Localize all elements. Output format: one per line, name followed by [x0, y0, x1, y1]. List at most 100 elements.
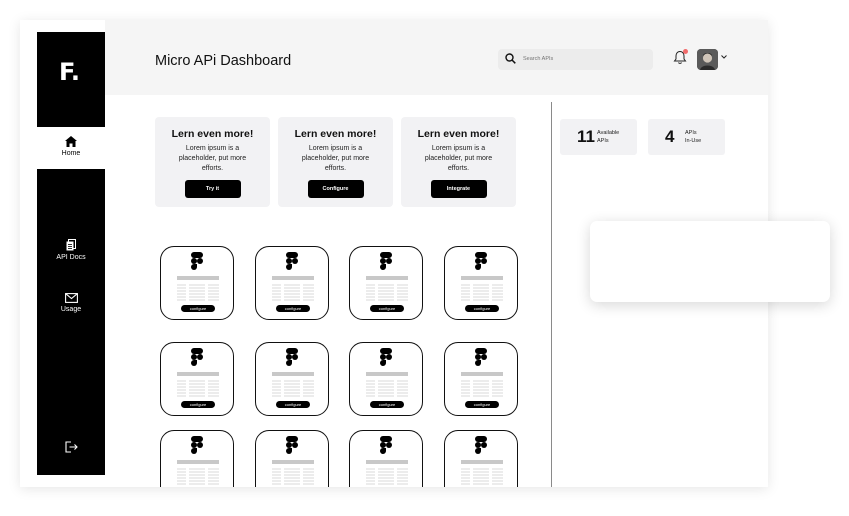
api-card-title-placeholder	[366, 460, 408, 464]
api-card-details-placeholder	[272, 468, 314, 486]
integrate-button[interactable]: Integrate	[430, 180, 487, 198]
api-card-title-placeholder	[272, 460, 314, 464]
api-card-details-placeholder	[272, 380, 314, 398]
configure-button[interactable]: Configure	[307, 180, 364, 198]
sidebar-item-usage[interactable]: Usage	[37, 293, 105, 313]
configure-button[interactable]: configure	[276, 305, 310, 312]
stat-label-line: Available	[597, 130, 620, 136]
api-card-title-placeholder	[272, 372, 314, 376]
configure-button[interactable]: configure	[181, 401, 215, 408]
floating-panel	[590, 221, 830, 302]
stat-label: Available APIs	[597, 129, 619, 145]
api-card-title-placeholder	[272, 276, 314, 280]
api-logo	[286, 252, 298, 275]
promo-card: Lern even more! Lorem ipsum is a placeho…	[155, 117, 270, 207]
api-card-title-placeholder	[177, 276, 219, 280]
logout-button[interactable]	[37, 441, 105, 456]
api-logo-icon	[475, 252, 487, 270]
search-icon	[505, 53, 516, 64]
api-card-details-placeholder	[177, 380, 219, 398]
api-logo-icon	[286, 436, 298, 454]
configure-button[interactable]: configure	[370, 401, 404, 408]
api-card-title-placeholder	[177, 460, 219, 464]
api-logo	[475, 436, 487, 459]
configure-button[interactable]: configure	[276, 401, 310, 408]
docs-icon	[66, 239, 76, 251]
api-logo	[380, 348, 392, 371]
api-card[interactable]: configure	[349, 246, 423, 320]
configure-button[interactable]: configure	[181, 305, 215, 312]
api-card[interactable]: configure	[349, 342, 423, 416]
api-logo	[191, 436, 203, 459]
api-card[interactable]: configure	[160, 246, 234, 320]
stat-label-line: APIs	[685, 130, 697, 136]
mail-icon	[64, 293, 78, 303]
notifications-button[interactable]	[673, 49, 688, 70]
promo-heading: Lern even more!	[294, 128, 377, 140]
avatar-photo-icon	[697, 49, 718, 70]
sidebar-item-api-docs[interactable]: API Docs	[37, 239, 105, 261]
configure-button[interactable]: configure	[465, 401, 499, 408]
promo-body: Lorem ipsum is a placeholder, put more e…	[301, 145, 370, 172]
api-logo-icon	[380, 348, 392, 366]
home-icon	[65, 136, 77, 147]
api-logo	[380, 436, 392, 459]
api-logo	[286, 436, 298, 459]
api-logo	[191, 348, 203, 371]
api-card-title-placeholder	[177, 372, 219, 376]
configure-button[interactable]: configure	[465, 305, 499, 312]
api-logo-icon	[286, 252, 298, 270]
api-logo-icon	[380, 252, 392, 270]
app-logo: F.	[59, 58, 80, 86]
api-card-details-placeholder	[177, 468, 219, 486]
api-card[interactable]	[160, 430, 234, 487]
stat-value: 11	[577, 127, 595, 146]
user-avatar[interactable]	[697, 49, 718, 70]
api-logo	[286, 348, 298, 371]
panel-divider	[551, 102, 552, 487]
logout-icon	[64, 441, 78, 453]
promo-card: Lern even more! Lorem ipsum is a placeho…	[401, 117, 516, 207]
api-logo	[380, 252, 392, 275]
sidebar-item-label: Usage	[60, 306, 82, 313]
api-logo-icon	[191, 252, 203, 270]
api-logo-icon	[475, 436, 487, 454]
search-input[interactable]	[523, 53, 643, 65]
promo-body: Lorem ipsum is a placeholder, put more e…	[424, 145, 493, 172]
stat-label-line: In-Use	[685, 138, 702, 144]
chevron-down-icon[interactable]	[721, 55, 727, 59]
api-logo-icon	[191, 436, 203, 454]
configure-button[interactable]: configure	[370, 305, 404, 312]
promo-heading: Lern even more!	[417, 128, 500, 140]
api-card-title-placeholder	[366, 276, 408, 280]
api-card-title-placeholder	[461, 372, 503, 376]
api-card[interactable]: configure	[255, 246, 329, 320]
sidebar: F. Home API Docs Usage	[37, 32, 105, 475]
sidebar-item-home[interactable]: Home	[37, 127, 105, 169]
api-card[interactable]: configure	[444, 246, 518, 320]
api-card-details-placeholder	[366, 380, 408, 398]
api-card[interactable]	[349, 430, 423, 487]
api-card[interactable]	[444, 430, 518, 487]
api-logo	[475, 252, 487, 275]
search-bar[interactable]	[498, 49, 653, 70]
api-card-details-placeholder	[272, 284, 314, 302]
api-card-details-placeholder	[461, 380, 503, 398]
api-logo-icon	[191, 348, 203, 366]
promo-heading: Lern even more!	[171, 128, 254, 140]
stat-label-line: APIs	[597, 138, 609, 144]
promo-body: Lorem ipsum is a placeholder, put more e…	[178, 145, 247, 172]
api-card-details-placeholder	[177, 284, 219, 302]
stat-label: APIs In-Use	[685, 129, 701, 145]
api-card-details-placeholder	[366, 284, 408, 302]
api-card[interactable]: configure	[444, 342, 518, 416]
api-card-title-placeholder	[366, 372, 408, 376]
api-logo-icon	[286, 348, 298, 366]
api-card-details-placeholder	[366, 468, 408, 486]
api-card[interactable]: configure	[255, 342, 329, 416]
api-card[interactable]: configure	[160, 342, 234, 416]
try-it-button[interactable]: Try it	[184, 180, 241, 198]
api-card[interactable]	[255, 430, 329, 487]
sidebar-item-label: Home	[61, 150, 81, 157]
sidebar-item-label: API Docs	[56, 254, 86, 261]
